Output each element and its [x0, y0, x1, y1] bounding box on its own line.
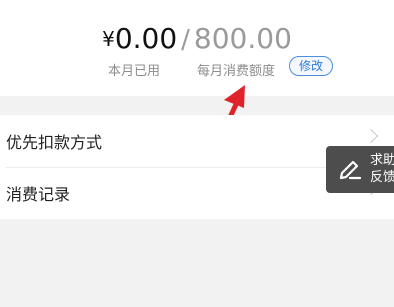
pencil-icon — [339, 160, 362, 180]
chevron-right-icon — [363, 128, 379, 144]
feedback-line-1: 求助 — [370, 153, 394, 168]
list-item-label: 优先扣款方式 — [6, 133, 103, 152]
list-item-label: 消费记录 — [6, 185, 71, 204]
feedback-line-2: 反馈 — [370, 170, 394, 185]
feedback-button[interactable]: 求助 反馈 — [326, 146, 394, 193]
feedback-label: 求助 反馈 — [370, 152, 394, 186]
